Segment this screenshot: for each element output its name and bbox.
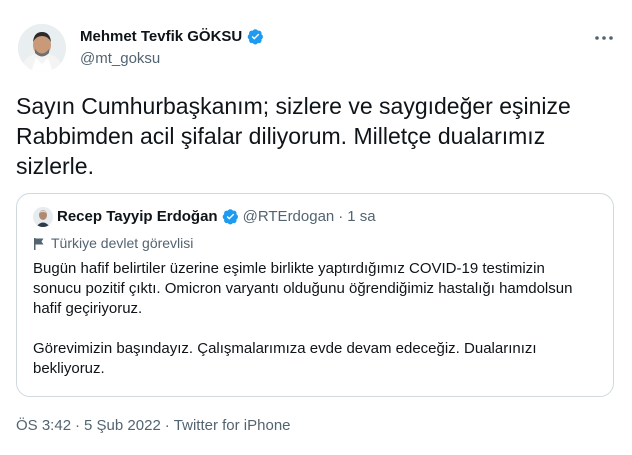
flag-icon	[34, 237, 44, 250]
quoted-tweet-text: Bugün hafif belirtiler üzerine eşimle bi…	[33, 259, 593, 379]
more-options-button[interactable]	[592, 26, 616, 50]
tweet-text-line: Rabbimden acil şifalar diliyorum. Millet…	[16, 123, 546, 149]
quoted-text-line: hafif geçiriyoruz.	[33, 300, 143, 317]
quoted-handle: @RTErdogan	[242, 208, 335, 225]
quoted-text-line: sonucu pozitif çıktı. Omicron varyantı o…	[33, 280, 573, 297]
tweet[interactable]: Mehmet Tevfik GÖKSU @mt_goksu Sayın Cumh…	[0, 0, 632, 455]
government-label[interactable]: Türkiye devlet görevlisi	[33, 235, 193, 251]
more-options-icon	[595, 36, 613, 40]
verified-badge-icon	[247, 29, 264, 45]
quoted-separator: ·	[338, 208, 344, 225]
tweet-time[interactable]: ÖS 3:42	[16, 417, 71, 434]
quoted-tweet[interactable]: Recep Tayyip Erdoğan @RTErdogan · 1 sa T…	[16, 193, 614, 397]
meta-separator: ·	[164, 417, 170, 434]
author-display-name[interactable]: Mehmet Tevfik GÖKSU	[80, 28, 242, 45]
author-avatar[interactable]	[18, 24, 66, 72]
government-label-text: Türkiye devlet görevlisi	[51, 235, 194, 251]
author-handle[interactable]: @mt_goksu	[80, 50, 160, 67]
tweet-text: Sayın Cumhurbaşkanım; sizlere ve saygıde…	[16, 91, 616, 181]
tweet-source[interactable]: Twitter for iPhone	[174, 417, 291, 434]
tweet-date[interactable]: 5 Şub 2022	[84, 417, 161, 434]
avatar-image	[18, 24, 66, 72]
meta-separator: ·	[75, 417, 81, 434]
tweet-meta: ÖS 3:42 · 5 Şub 2022 · Twitter for iPhon…	[16, 417, 291, 434]
author-name-row: Mehmet Tevfik GÖKSU	[80, 28, 264, 45]
quoted-display-name: Recep Tayyip Erdoğan	[57, 208, 218, 225]
quoted-text-line: bekliyoruz.	[33, 360, 105, 377]
quoted-text-line: Görevimizin başındayız. Çalışmalarımıza …	[33, 340, 537, 357]
tweet-text-line: Sayın Cumhurbaşkanım; sizlere ve saygıde…	[16, 93, 571, 119]
tweet-text-line: sizlerle.	[16, 153, 94, 179]
quoted-time[interactable]: 1 sa	[347, 208, 375, 225]
quoted-author-avatar[interactable]	[33, 207, 53, 227]
verified-badge-icon	[222, 209, 238, 225]
quoted-text-line: Bugün hafif belirtiler üzerine eşimle bi…	[33, 260, 545, 277]
quoted-avatar-image	[33, 207, 53, 227]
quoted-header: Recep Tayyip Erdoğan @RTErdogan · 1 sa	[57, 208, 376, 225]
